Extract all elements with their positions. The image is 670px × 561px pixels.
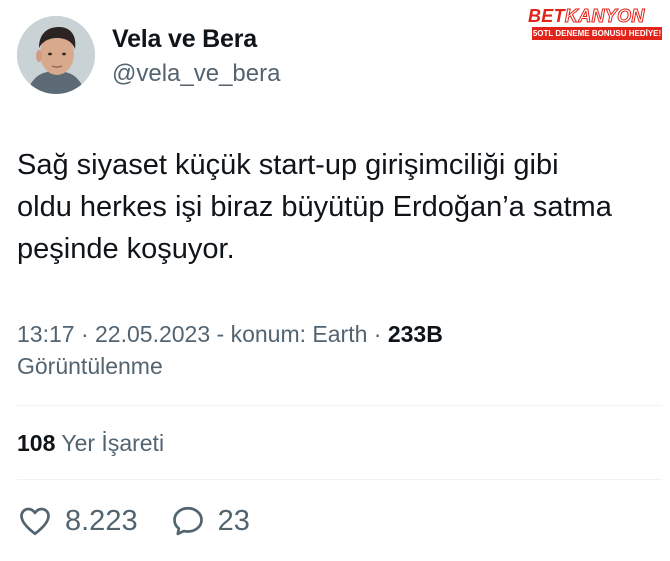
user-handle[interactable]: @vela_ve_bera [112,60,280,88]
watermark-brand: BETKANYON [528,6,662,27]
tweet-text: Sağ siyaset küçük start-up girişimciliği… [17,144,657,270]
tweet-location: konum: Earth [230,321,368,347]
like-button[interactable]: 8.223 [17,503,138,539]
watermark-logo: BETKANYON 5OTL DENEME BONUSU HEDİYE! [528,6,662,40]
meta-separator: · [373,321,388,347]
divider [17,479,662,480]
tweet-meta: 13:17 · 22.05.2023 - konum: Earth · 233B… [17,318,657,382]
reply-button[interactable]: 23 [170,503,250,539]
likes-count: 8.223 [65,504,138,537]
watermark-brand-part1: BET [528,6,565,26]
meta-separator: · [80,321,96,347]
tweet-text-line: Sağ siyaset küçük start-up girişimciliği… [17,149,559,181]
watermark-brand-part2: KANYON [564,6,645,27]
tweet-text-line: oldu herkes işi biraz büyütüp Erdoğan’a … [17,191,612,223]
speech-bubble-icon [170,503,206,539]
heart-icon [17,503,53,539]
views-count: 233B [387,321,443,347]
watermark-tagline: 5OTL DENEME BONUSU HEDİYE! [532,27,662,40]
bookmarks-stat[interactable]: 108 Yer İşareti [17,427,164,459]
views-label: Görüntülenme [17,353,163,379]
action-bar: 8.223 23 [17,500,250,542]
avatar[interactable] [17,16,95,94]
tweet-text-line: peşinde koşuyor. [17,233,235,265]
bookmarks-label: Yer İşareti [61,430,165,456]
tweet-time[interactable]: 13:17 [17,321,75,347]
tweet-date[interactable]: 22.05.2023 [95,321,210,347]
location-separator: - [216,321,231,347]
bookmarks-count: 108 [17,430,56,456]
replies-count: 23 [217,504,250,537]
divider [17,405,662,406]
display-name[interactable]: Vela ve Bera [112,25,257,54]
